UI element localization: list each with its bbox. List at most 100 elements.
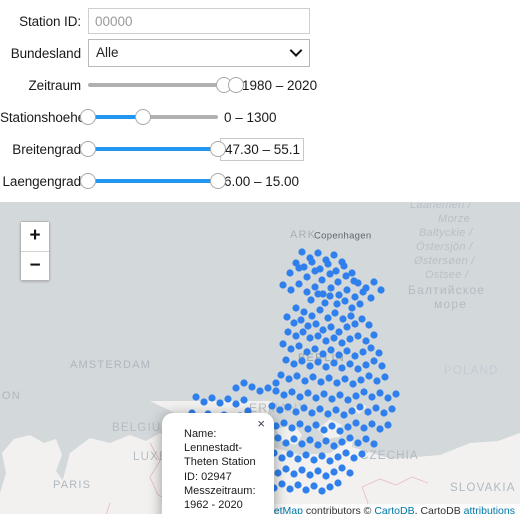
station-marker[interactable] bbox=[192, 393, 200, 401]
station-marker[interactable] bbox=[346, 434, 354, 442]
slider-handle-min-breitengrad[interactable] bbox=[80, 141, 96, 157]
station-marker[interactable] bbox=[274, 469, 282, 477]
station-marker[interactable] bbox=[330, 468, 338, 476]
station-marker[interactable] bbox=[268, 402, 276, 410]
zoom-out-button[interactable]: − bbox=[21, 251, 49, 280]
slider-handle-min-laengengrad[interactable] bbox=[80, 173, 96, 189]
station-marker[interactable] bbox=[314, 441, 322, 449]
station-marker[interactable] bbox=[312, 421, 320, 429]
station-marker[interactable] bbox=[343, 323, 351, 331]
station-marker[interactable] bbox=[335, 328, 343, 336]
station-marker[interactable] bbox=[362, 284, 370, 292]
station-marker[interactable] bbox=[295, 342, 303, 350]
station-marker[interactable] bbox=[278, 454, 286, 462]
station-marker[interactable] bbox=[326, 457, 334, 465]
station-marker[interactable] bbox=[381, 373, 389, 381]
station-marker[interactable] bbox=[284, 328, 292, 336]
station-marker[interactable] bbox=[308, 258, 316, 266]
station-marker[interactable] bbox=[240, 396, 248, 404]
station-marker[interactable] bbox=[362, 435, 370, 443]
station-marker[interactable] bbox=[308, 409, 316, 417]
station-marker[interactable] bbox=[292, 259, 300, 267]
station-marker[interactable] bbox=[338, 464, 346, 472]
station-marker[interactable] bbox=[297, 316, 305, 324]
station-marker[interactable] bbox=[334, 453, 342, 461]
station-marker[interactable] bbox=[362, 361, 370, 369]
station-marker[interactable] bbox=[367, 344, 375, 352]
station-marker[interactable] bbox=[350, 277, 358, 285]
station-marker[interactable] bbox=[368, 420, 376, 428]
bundesland-select-wrap[interactable]: Alle bbox=[88, 39, 310, 67]
station-marker[interactable] bbox=[338, 339, 346, 347]
station-marker[interactable] bbox=[321, 299, 329, 307]
station-marker[interactable] bbox=[314, 249, 322, 257]
station-marker[interactable] bbox=[240, 379, 248, 387]
station-marker[interactable] bbox=[358, 450, 366, 458]
station-marker[interactable] bbox=[303, 273, 311, 281]
slider-handle-min-stationshoehe[interactable] bbox=[80, 109, 96, 125]
station-marker[interactable] bbox=[310, 482, 318, 490]
station-marker[interactable] bbox=[346, 469, 354, 477]
station-marker[interactable] bbox=[334, 278, 342, 286]
station-marker[interactable] bbox=[320, 390, 328, 398]
station-marker[interactable] bbox=[274, 434, 282, 442]
station-marker[interactable] bbox=[312, 320, 320, 328]
station-marker[interactable] bbox=[326, 292, 334, 300]
station-marker[interactable] bbox=[352, 392, 360, 400]
station-marker[interactable] bbox=[319, 350, 327, 358]
station-id-input[interactable] bbox=[88, 8, 310, 34]
station-marker[interactable] bbox=[343, 286, 351, 294]
station-marker[interactable] bbox=[304, 425, 312, 433]
station-marker[interactable] bbox=[357, 376, 365, 384]
station-marker[interactable] bbox=[290, 470, 298, 478]
station-marker[interactable] bbox=[327, 284, 335, 292]
station-marker[interactable] bbox=[322, 363, 330, 371]
station-marker[interactable] bbox=[304, 322, 312, 330]
station-marker[interactable] bbox=[330, 359, 338, 367]
station-marker[interactable] bbox=[290, 319, 298, 327]
station-marker[interactable] bbox=[280, 391, 288, 399]
station-marker[interactable] bbox=[314, 358, 322, 366]
station-marker[interactable] bbox=[336, 391, 344, 399]
station-marker[interactable] bbox=[370, 357, 378, 365]
station-marker[interactable] bbox=[322, 472, 330, 480]
station-marker[interactable] bbox=[378, 362, 386, 370]
station-marker[interactable] bbox=[310, 456, 318, 464]
station-marker[interactable] bbox=[319, 290, 327, 298]
station-marker[interactable] bbox=[316, 306, 324, 314]
zoom-in-button[interactable]: + bbox=[21, 222, 49, 251]
station-marker[interactable] bbox=[335, 291, 343, 299]
station-marker[interactable] bbox=[311, 345, 319, 353]
station-marker[interactable] bbox=[304, 389, 312, 397]
station-marker[interactable] bbox=[272, 387, 280, 395]
station-marker[interactable] bbox=[342, 449, 350, 457]
station-marker[interactable] bbox=[351, 293, 359, 301]
station-marker[interactable] bbox=[346, 335, 354, 343]
station-marker[interactable] bbox=[384, 421, 392, 429]
station-marker[interactable] bbox=[376, 425, 384, 433]
station-marker[interactable] bbox=[282, 439, 290, 447]
station-marker[interactable] bbox=[372, 404, 380, 412]
station-marker[interactable] bbox=[200, 398, 208, 406]
station-marker[interactable] bbox=[342, 272, 350, 280]
station-marker[interactable] bbox=[296, 420, 304, 428]
station-marker[interactable] bbox=[300, 404, 308, 412]
station-marker[interactable] bbox=[347, 312, 355, 320]
station-marker[interactable] bbox=[370, 278, 378, 286]
station-marker[interactable] bbox=[324, 260, 332, 268]
station-marker[interactable] bbox=[344, 396, 352, 404]
station-marker[interactable] bbox=[287, 286, 295, 294]
station-marker[interactable] bbox=[333, 300, 341, 308]
station-marker[interactable] bbox=[331, 309, 339, 317]
station-marker[interactable] bbox=[224, 395, 232, 403]
station-marker[interactable] bbox=[279, 340, 287, 348]
slider-stationshoehe[interactable] bbox=[80, 107, 218, 127]
station-marker[interactable] bbox=[300, 308, 308, 316]
station-marker[interactable] bbox=[308, 312, 316, 320]
station-marker[interactable] bbox=[287, 345, 295, 353]
station-marker[interactable] bbox=[296, 393, 304, 401]
station-marker[interactable] bbox=[318, 487, 326, 495]
station-marker[interactable] bbox=[384, 394, 392, 402]
station-marker[interactable] bbox=[380, 409, 388, 417]
popup-close-icon[interactable]: × bbox=[257, 417, 265, 430]
